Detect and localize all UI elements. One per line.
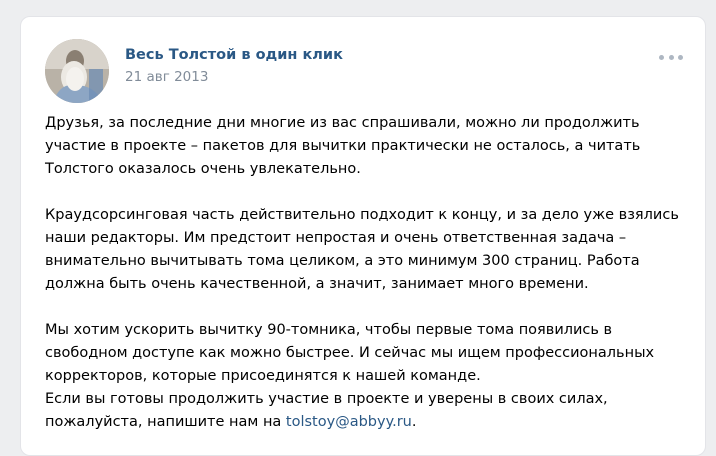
more-horizontal-icon[interactable] bbox=[659, 51, 683, 63]
post-paragraph: Друзья, за последние дни многие из вас с… bbox=[45, 112, 685, 181]
post-paragraph: Мы хотим ускорить вычитку 90-томника, чт… bbox=[45, 319, 685, 434]
text-line: должна быть очень качественной, а значит… bbox=[45, 276, 589, 292]
text-line: Если вы готовы продолжить участие в прое… bbox=[45, 391, 608, 407]
post-text: Друзья, за последние дни многие из вас с… bbox=[45, 112, 685, 434]
email-link[interactable]: tolstoy@abbyy.ru bbox=[286, 414, 412, 430]
tolstoy-portrait-image bbox=[45, 39, 109, 103]
text-line: Мы хотим ускорить вычитку 90-томника, чт… bbox=[45, 322, 613, 338]
text-line: корректоров, которые присоединятся к наш… bbox=[45, 368, 481, 384]
post-author-link[interactable]: Весь Толстой в один клик bbox=[125, 47, 343, 63]
text-line: Толстого оказалось очень увлекательно. bbox=[45, 161, 361, 177]
text-line: наши редакторы. Им предстоит непростая и… bbox=[45, 230, 627, 246]
text-fragment: пожалуйста, напишите нам на bbox=[45, 414, 286, 430]
text-line: внимательно вычитывать тома целиком, а э… bbox=[45, 253, 640, 269]
post-date[interactable]: 21 авг 2013 bbox=[125, 69, 208, 85]
more-dot bbox=[678, 54, 683, 60]
text-line: Друзья, за последние дни многие из вас с… bbox=[45, 115, 640, 131]
text-line: свободном доступе как можно быстрее. И с… bbox=[45, 345, 655, 361]
post-paragraph: Краудсорсинговая часть действительно под… bbox=[45, 204, 685, 296]
text-line: Краудсорсинговая часть действительно под… bbox=[45, 207, 679, 223]
more-dot bbox=[668, 54, 674, 60]
avatar[interactable] bbox=[45, 39, 109, 103]
more-dot bbox=[659, 54, 664, 60]
text-line: участие в проекте – пакетов для вычитки … bbox=[45, 138, 641, 154]
text-line: пожалуйста, напишите нам на tolstoy@abby… bbox=[45, 411, 685, 434]
wall-post: Весь Толстой в один клик 21 авг 2013 Дру… bbox=[20, 16, 706, 456]
text-fragment: . bbox=[411, 414, 417, 430]
